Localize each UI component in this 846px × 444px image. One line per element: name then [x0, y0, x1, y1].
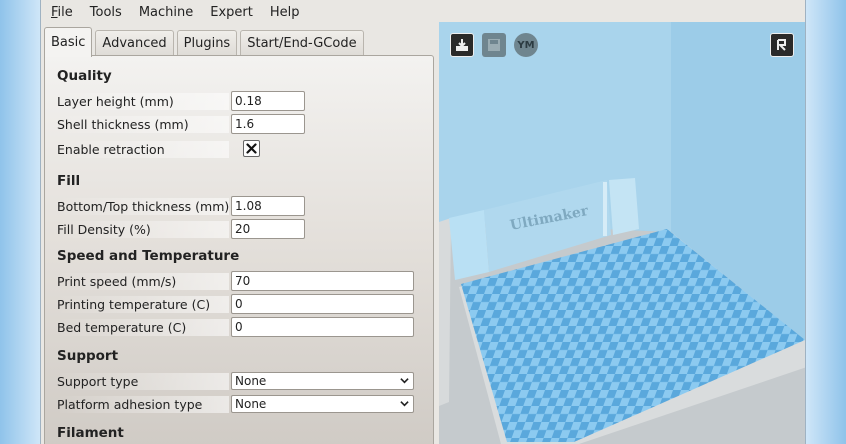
row-bottom-top-thickness: Bottom/Top thickness (mm): [57, 196, 417, 216]
menu-tools[interactable]: Tools: [90, 5, 122, 20]
bed-temperature-label: Bed temperature (C): [57, 319, 229, 336]
row-platform-adhesion: Platform adhesion type None: [57, 394, 417, 414]
save-disk-icon: [488, 39, 500, 51]
platform-adhesion-select[interactable]: None: [231, 395, 414, 413]
settings-tabs: Basic Advanced Plugins Start/End-GCode: [44, 26, 367, 57]
row-enable-retraction: Enable retraction: [57, 139, 417, 159]
row-shell-thickness: Shell thickness (mm): [57, 114, 417, 134]
row-layer-height: Layer height (mm): [57, 91, 417, 111]
left-frame-post: [439, 218, 451, 406]
view-mode-icon: [777, 39, 786, 51]
chevron-down-icon: [400, 401, 409, 407]
menu-expert[interactable]: Expert: [210, 5, 253, 20]
enable-retraction-label: Enable retraction: [57, 141, 229, 158]
bottom-top-thickness-input[interactable]: [231, 196, 305, 216]
youmagine-button[interactable]: YM: [514, 33, 538, 57]
layer-height-input[interactable]: [231, 91, 305, 111]
menu-file[interactable]: File: [51, 5, 73, 20]
print-speed-label: Print speed (mm/s): [57, 273, 229, 290]
chevron-down-icon: [400, 378, 409, 384]
print-speed-input[interactable]: [231, 271, 414, 291]
save-gcode-button[interactable]: [482, 33, 506, 57]
right-clip: [609, 178, 639, 235]
support-type-label: Support type: [57, 373, 229, 390]
cura-window: File Tools Machine Expert Help Basic Adv…: [40, 0, 806, 444]
bottom-top-thickness-label: Bottom/Top thickness (mm): [57, 198, 230, 215]
support-type-select[interactable]: None: [231, 372, 414, 390]
3d-viewport[interactable]: Ultimaker YM: [439, 22, 805, 444]
tab-start-end-gcode[interactable]: Start/End-GCode: [240, 30, 364, 56]
row-support-type: Support type None: [57, 371, 417, 391]
section-quality: Quality: [57, 68, 112, 84]
shell-thickness-label: Shell thickness (mm): [57, 116, 229, 133]
shell-thickness-input[interactable]: [231, 114, 305, 134]
youmagine-label: YM: [517, 39, 535, 51]
fill-density-input[interactable]: [231, 219, 305, 239]
platform-adhesion-label: Platform adhesion type: [57, 396, 229, 413]
tab-advanced[interactable]: Advanced: [95, 30, 174, 56]
fill-density-label: Fill Density (%): [57, 221, 229, 238]
layer-height-label: Layer height (mm): [57, 93, 229, 110]
view-mode-button[interactable]: [770, 33, 794, 57]
basic-settings-panel: Quality Layer height (mm) Shell thicknes…: [44, 55, 434, 444]
menubar: File Tools Machine Expert Help: [41, 0, 805, 24]
row-print-speed: Print speed (mm/s): [57, 271, 417, 291]
tab-plugins[interactable]: Plugins: [176, 30, 238, 56]
section-fill: Fill: [57, 173, 81, 189]
row-fill-density: Fill Density (%): [57, 219, 417, 239]
menu-machine[interactable]: Machine: [139, 5, 193, 20]
section-support: Support: [57, 348, 119, 364]
settings-panel-container: Basic Advanced Plugins Start/End-GCode Q…: [44, 26, 434, 444]
enable-retraction-checkbox[interactable]: [243, 140, 260, 157]
load-model-button[interactable]: [450, 33, 474, 57]
tab-basic[interactable]: Basic: [44, 27, 93, 57]
clip-edge: [603, 182, 607, 236]
menu-help[interactable]: Help: [270, 5, 300, 20]
checkmark-x-icon: [246, 143, 257, 154]
printer-scene: Ultimaker: [439, 22, 805, 444]
row-bed-temperature: Bed temperature (C): [57, 317, 417, 337]
left-clip: [449, 210, 489, 280]
printing-temperature-label: Printing temperature (C): [57, 296, 229, 313]
printing-temperature-input[interactable]: [231, 294, 414, 314]
load-icon: [456, 39, 468, 51]
section-speed-temperature: Speed and Temperature: [57, 248, 240, 264]
row-printing-temperature: Printing temperature (C): [57, 294, 417, 314]
bed-temperature-input[interactable]: [231, 317, 414, 337]
section-filament: Filament: [57, 425, 124, 441]
